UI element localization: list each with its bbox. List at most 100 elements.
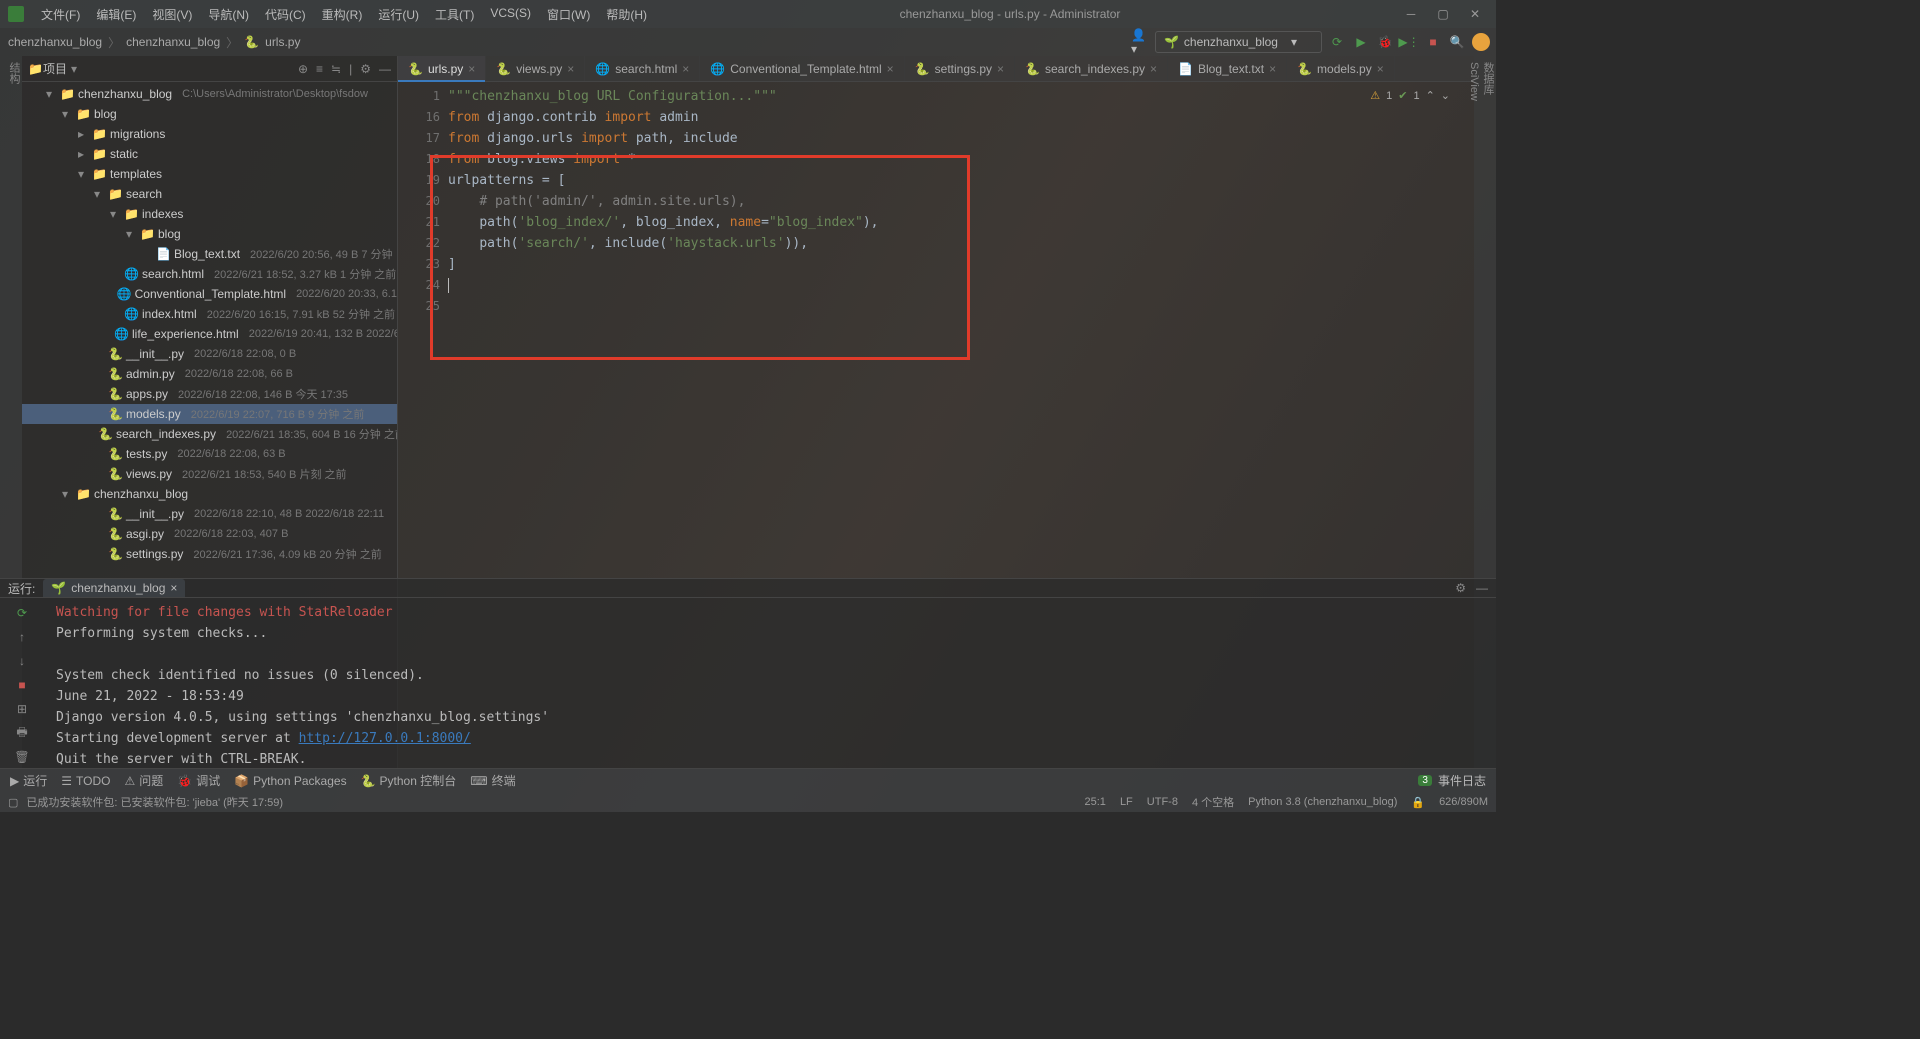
editor-tab[interactable]: 🐍models.py× <box>1287 56 1395 81</box>
tree-row[interactable]: 🐍tests.py2022/6/18 22:08, 63 B <box>22 444 397 464</box>
indent-setting[interactable]: 4 个空格 <box>1192 794 1234 810</box>
tree-row[interactable]: 🐍apps.py2022/6/18 22:08, 146 B 今天 17:35 <box>22 384 397 404</box>
run-tab[interactable]: 🌱 chenzhanxu_blog × <box>43 579 185 597</box>
event-log-tab[interactable]: 事件日志 <box>1438 772 1486 789</box>
stop-button[interactable]: ■ <box>1424 33 1442 51</box>
settings-icon[interactable]: ⚙ <box>360 62 371 76</box>
breadcrumb-item[interactable]: urls.py <box>265 35 300 49</box>
chevron-icon[interactable]: ▾ <box>62 487 72 501</box>
menu-refactor[interactable]: 重构(R) <box>315 3 370 26</box>
menu-view[interactable]: 视图(V) <box>145 3 199 26</box>
close-icon[interactable]: × <box>682 62 689 76</box>
chevron-down-icon[interactable]: ▾ <box>71 62 77 76</box>
indicator-icon[interactable]: ▢ <box>8 796 18 809</box>
tree-row[interactable]: 🌐index.html2022/6/20 16:15, 7.91 kB 52 分… <box>22 304 397 324</box>
chevron-icon[interactable]: ▾ <box>126 227 136 241</box>
tree-row[interactable]: 🐍admin.py2022/6/18 22:08, 66 B <box>22 364 397 384</box>
code-line[interactable]: path('blog_index/', blog_index, name="bl… <box>448 212 1474 233</box>
code-line[interactable]: """chenzhanxu_blog URL Configuration..."… <box>448 86 1474 107</box>
menu-file[interactable]: 文件(F) <box>34 3 87 26</box>
breadcrumb-item[interactable]: chenzhanxu_blog <box>8 35 102 49</box>
down-icon[interactable]: ↓ <box>13 652 31 670</box>
tree-row[interactable]: 🐍__init__.py2022/6/18 22:08, 0 B <box>22 344 397 364</box>
editor-tab[interactable]: 🐍settings.py× <box>905 56 1015 81</box>
layout-icon[interactable]: ⊞ <box>13 700 31 718</box>
close-icon[interactable]: × <box>1377 62 1384 76</box>
tree-row[interactable]: ▾📁blog <box>22 224 397 244</box>
run-console-output[interactable]: Watching for file changes with StatReloa… <box>48 598 1496 774</box>
menu-window[interactable]: 窗口(W) <box>540 3 597 26</box>
editor-tab[interactable]: 🐍views.py× <box>486 56 585 81</box>
python-console-tab[interactable]: 🐍Python 控制台 <box>361 772 457 789</box>
todo-tool-tab[interactable]: ☰TODO <box>61 774 110 788</box>
run-more-button[interactable]: ▶⋮ <box>1400 33 1418 51</box>
database-tab[interactable]: 数据库 <box>1482 62 1494 95</box>
run-tool-tab[interactable]: ▶运行 <box>10 772 47 789</box>
menu-edit[interactable]: 编辑(E) <box>89 3 143 26</box>
close-icon[interactable]: × <box>1150 62 1157 76</box>
code-line[interactable]: from django.contrib import admin <box>448 107 1474 128</box>
terminal-tab[interactable]: ⌨终端 <box>470 772 515 789</box>
editor-tab[interactable]: 🌐Conventional_Template.html× <box>700 56 904 81</box>
menu-run[interactable]: 运行(U) <box>371 3 426 26</box>
editor-tab[interactable]: 🌐search.html× <box>585 56 700 81</box>
run-configuration-select[interactable]: 🌱 chenzhanxu_blog ▾ <box>1155 31 1322 53</box>
tree-row[interactable]: 🐍models.py2022/6/19 22:07, 716 B 9 分钟 之前 <box>22 404 397 424</box>
code-line[interactable]: from blog.views import * <box>448 149 1474 170</box>
close-icon[interactable]: × <box>887 62 894 76</box>
menu-code[interactable]: 代码(C) <box>258 3 313 26</box>
cursor-position[interactable]: 25:1 <box>1085 796 1106 808</box>
memory-usage[interactable]: 626/890M <box>1439 796 1488 808</box>
tree-row[interactable]: 📄Blog_text.txt2022/6/20 20:56, 49 B 7 分钟 <box>22 244 397 264</box>
code-line[interactable]: from django.urls import path, include <box>448 128 1474 149</box>
chevron-icon[interactable]: ▾ <box>46 87 56 101</box>
code-line[interactable]: # path('admin/', admin.site.urls), <box>448 191 1474 212</box>
minimize-icon[interactable]: ─ <box>1404 7 1418 21</box>
menu-navigate[interactable]: 导航(N) <box>201 3 256 26</box>
code-line[interactable] <box>448 275 1474 296</box>
tree-row[interactable]: ▾📁chenzhanxu_blogC:\Users\Administrator\… <box>22 84 397 104</box>
hide-icon[interactable]: — <box>379 62 391 76</box>
tree-row[interactable]: 🐍search_indexes.py2022/6/21 18:35, 604 B… <box>22 424 397 444</box>
locate-icon[interactable]: ⊕ <box>298 62 308 76</box>
tree-row[interactable]: 🐍views.py2022/6/21 18:53, 540 B 片刻 之前 <box>22 464 397 484</box>
chevron-icon[interactable]: ▸ <box>78 147 88 161</box>
debug-tool-tab[interactable]: 🐞调试 <box>177 772 220 789</box>
close-icon[interactable]: × <box>1269 62 1276 76</box>
inspection-widget[interactable]: ⚠1 ✔1 ⌃ ⌄ <box>1370 86 1450 107</box>
tree-row[interactable]: 🌐search.html2022/6/21 18:52, 3.27 kB 1 分… <box>22 264 397 284</box>
stop-button[interactable]: ■ <box>13 676 31 694</box>
tree-row[interactable]: ▸📁static <box>22 144 397 164</box>
print-icon[interactable]: 🖶 <box>13 724 31 742</box>
chevron-up-icon[interactable]: ⌃ <box>1426 86 1435 107</box>
rerun-button[interactable]: ⟳ <box>13 604 31 622</box>
expand-all-icon[interactable]: ≡ <box>316 62 323 76</box>
close-icon[interactable]: × <box>997 62 1004 76</box>
file-encoding[interactable]: UTF-8 <box>1147 796 1178 808</box>
close-icon[interactable]: ✕ <box>1468 7 1482 21</box>
tree-row[interactable]: 🌐Conventional_Template.html2022/6/20 20:… <box>22 284 397 304</box>
chevron-icon[interactable]: ▾ <box>62 107 72 121</box>
menu-tools[interactable]: 工具(T) <box>428 3 481 26</box>
editor-tab[interactable]: 🐍urls.py× <box>398 56 486 81</box>
chevron-down-icon[interactable]: ⌄ <box>1441 86 1450 107</box>
tree-row[interactable]: ▾📁blog <box>22 104 397 124</box>
settings-icon[interactable]: ⚙ <box>1455 581 1466 595</box>
code-line[interactable]: path('search/', include('haystack.urls')… <box>448 233 1474 254</box>
tree-row[interactable]: ▾📁templates <box>22 164 397 184</box>
breadcrumb-item[interactable]: chenzhanxu_blog <box>126 35 220 49</box>
search-everywhere-icon[interactable]: 🔍 <box>1448 33 1466 51</box>
close-icon[interactable]: × <box>468 62 475 76</box>
chevron-icon[interactable]: ▾ <box>94 187 104 201</box>
tree-row[interactable]: ▾📁search <box>22 184 397 204</box>
delete-icon[interactable]: 🗑 <box>13 748 31 766</box>
hide-icon[interactable]: — <box>1476 581 1488 595</box>
tree-row[interactable]: ▾📁indexes <box>22 204 397 224</box>
menu-vcs[interactable]: VCS(S) <box>483 3 538 26</box>
python-packages-tab[interactable]: 📦Python Packages <box>234 774 346 788</box>
structure-tab[interactable]: 结构 <box>8 62 20 84</box>
tree-row[interactable]: ▾📁chenzhanxu_blog <box>22 484 397 504</box>
tree-row[interactable]: 🐍asgi.py2022/6/18 22:03, 407 B <box>22 524 397 544</box>
add-user-icon[interactable]: 👤▾ <box>1131 33 1149 51</box>
editor-tab[interactable]: 🐍search_indexes.py× <box>1015 56 1168 81</box>
